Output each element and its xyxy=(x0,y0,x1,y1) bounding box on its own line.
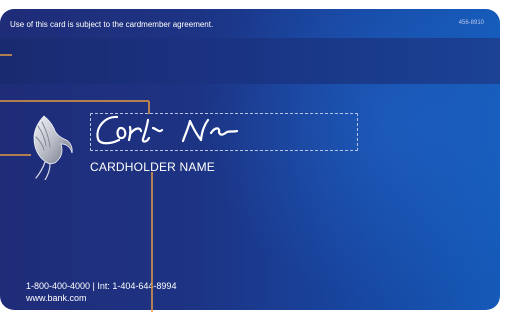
cardmember-agreement-text: Use of this card is subject to the cardm… xyxy=(10,20,214,29)
magnetic-stripe xyxy=(0,38,500,84)
cardholder-name-label: CARDHOLDER NAME xyxy=(90,160,216,174)
website-text: www.bank.com xyxy=(26,293,87,303)
card-back: Use of this card is subject to the cardm… xyxy=(0,9,500,310)
card-number-text: 456-8910 xyxy=(458,20,484,26)
dove-icon xyxy=(33,115,73,180)
signature xyxy=(96,115,239,145)
phone-numbers-text: 1-800-400-4000 | Int: 1-404-644-8994 xyxy=(26,281,177,291)
